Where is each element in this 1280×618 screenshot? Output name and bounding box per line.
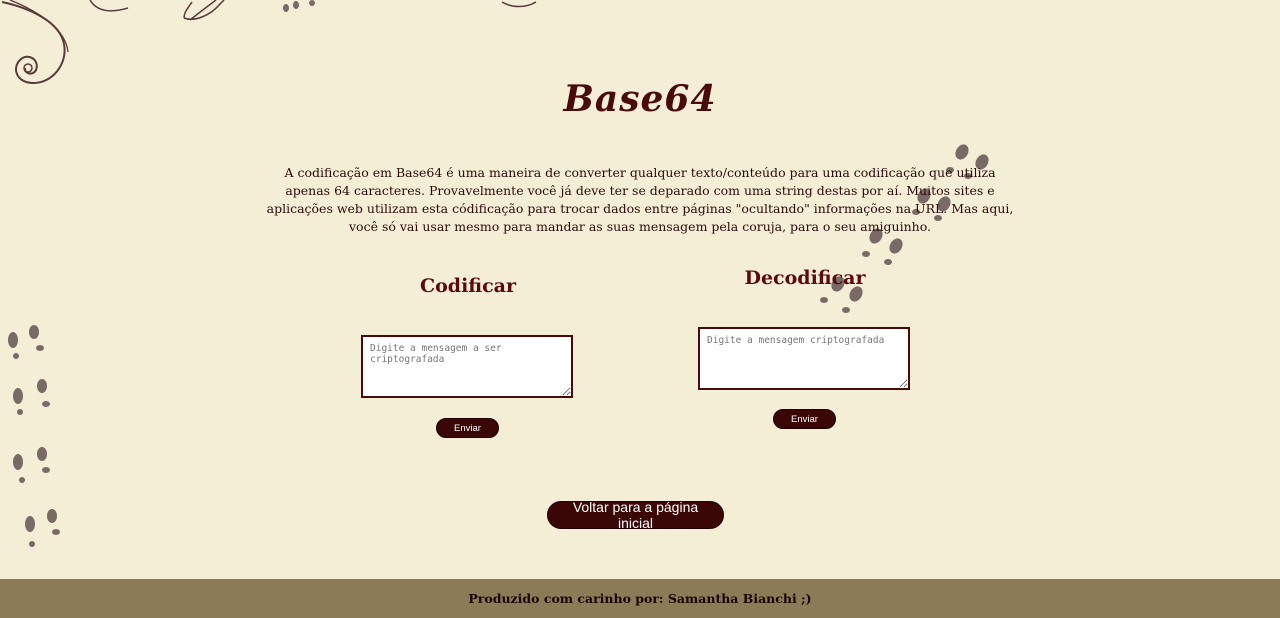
footer-text: Produzido com carinho por: Samantha Bian… <box>468 591 812 606</box>
decode-input[interactable] <box>698 327 910 390</box>
ornament-top-center-icon <box>501 1 537 8</box>
encode-input[interactable] <box>361 335 573 398</box>
decode-submit-button[interactable]: Enviar <box>773 409 836 429</box>
back-home-button[interactable]: Voltar para a página inicial <box>547 499 724 531</box>
scroll-ornament-icon <box>183 0 225 21</box>
encode-submit-button[interactable]: Enviar <box>436 418 499 438</box>
footer: Produzido com carinho por: Samantha Bian… <box>0 579 1280 618</box>
encode-title: Codificar <box>419 275 516 297</box>
paw-print-trail-left-icon <box>8 325 60 547</box>
page-title: Base64 <box>563 78 717 120</box>
page-description: A codificação em Base64 é uma maneira de… <box>266 165 1014 234</box>
decode-title: Decodificar <box>744 267 866 289</box>
paw-print-top-icon <box>283 0 315 12</box>
